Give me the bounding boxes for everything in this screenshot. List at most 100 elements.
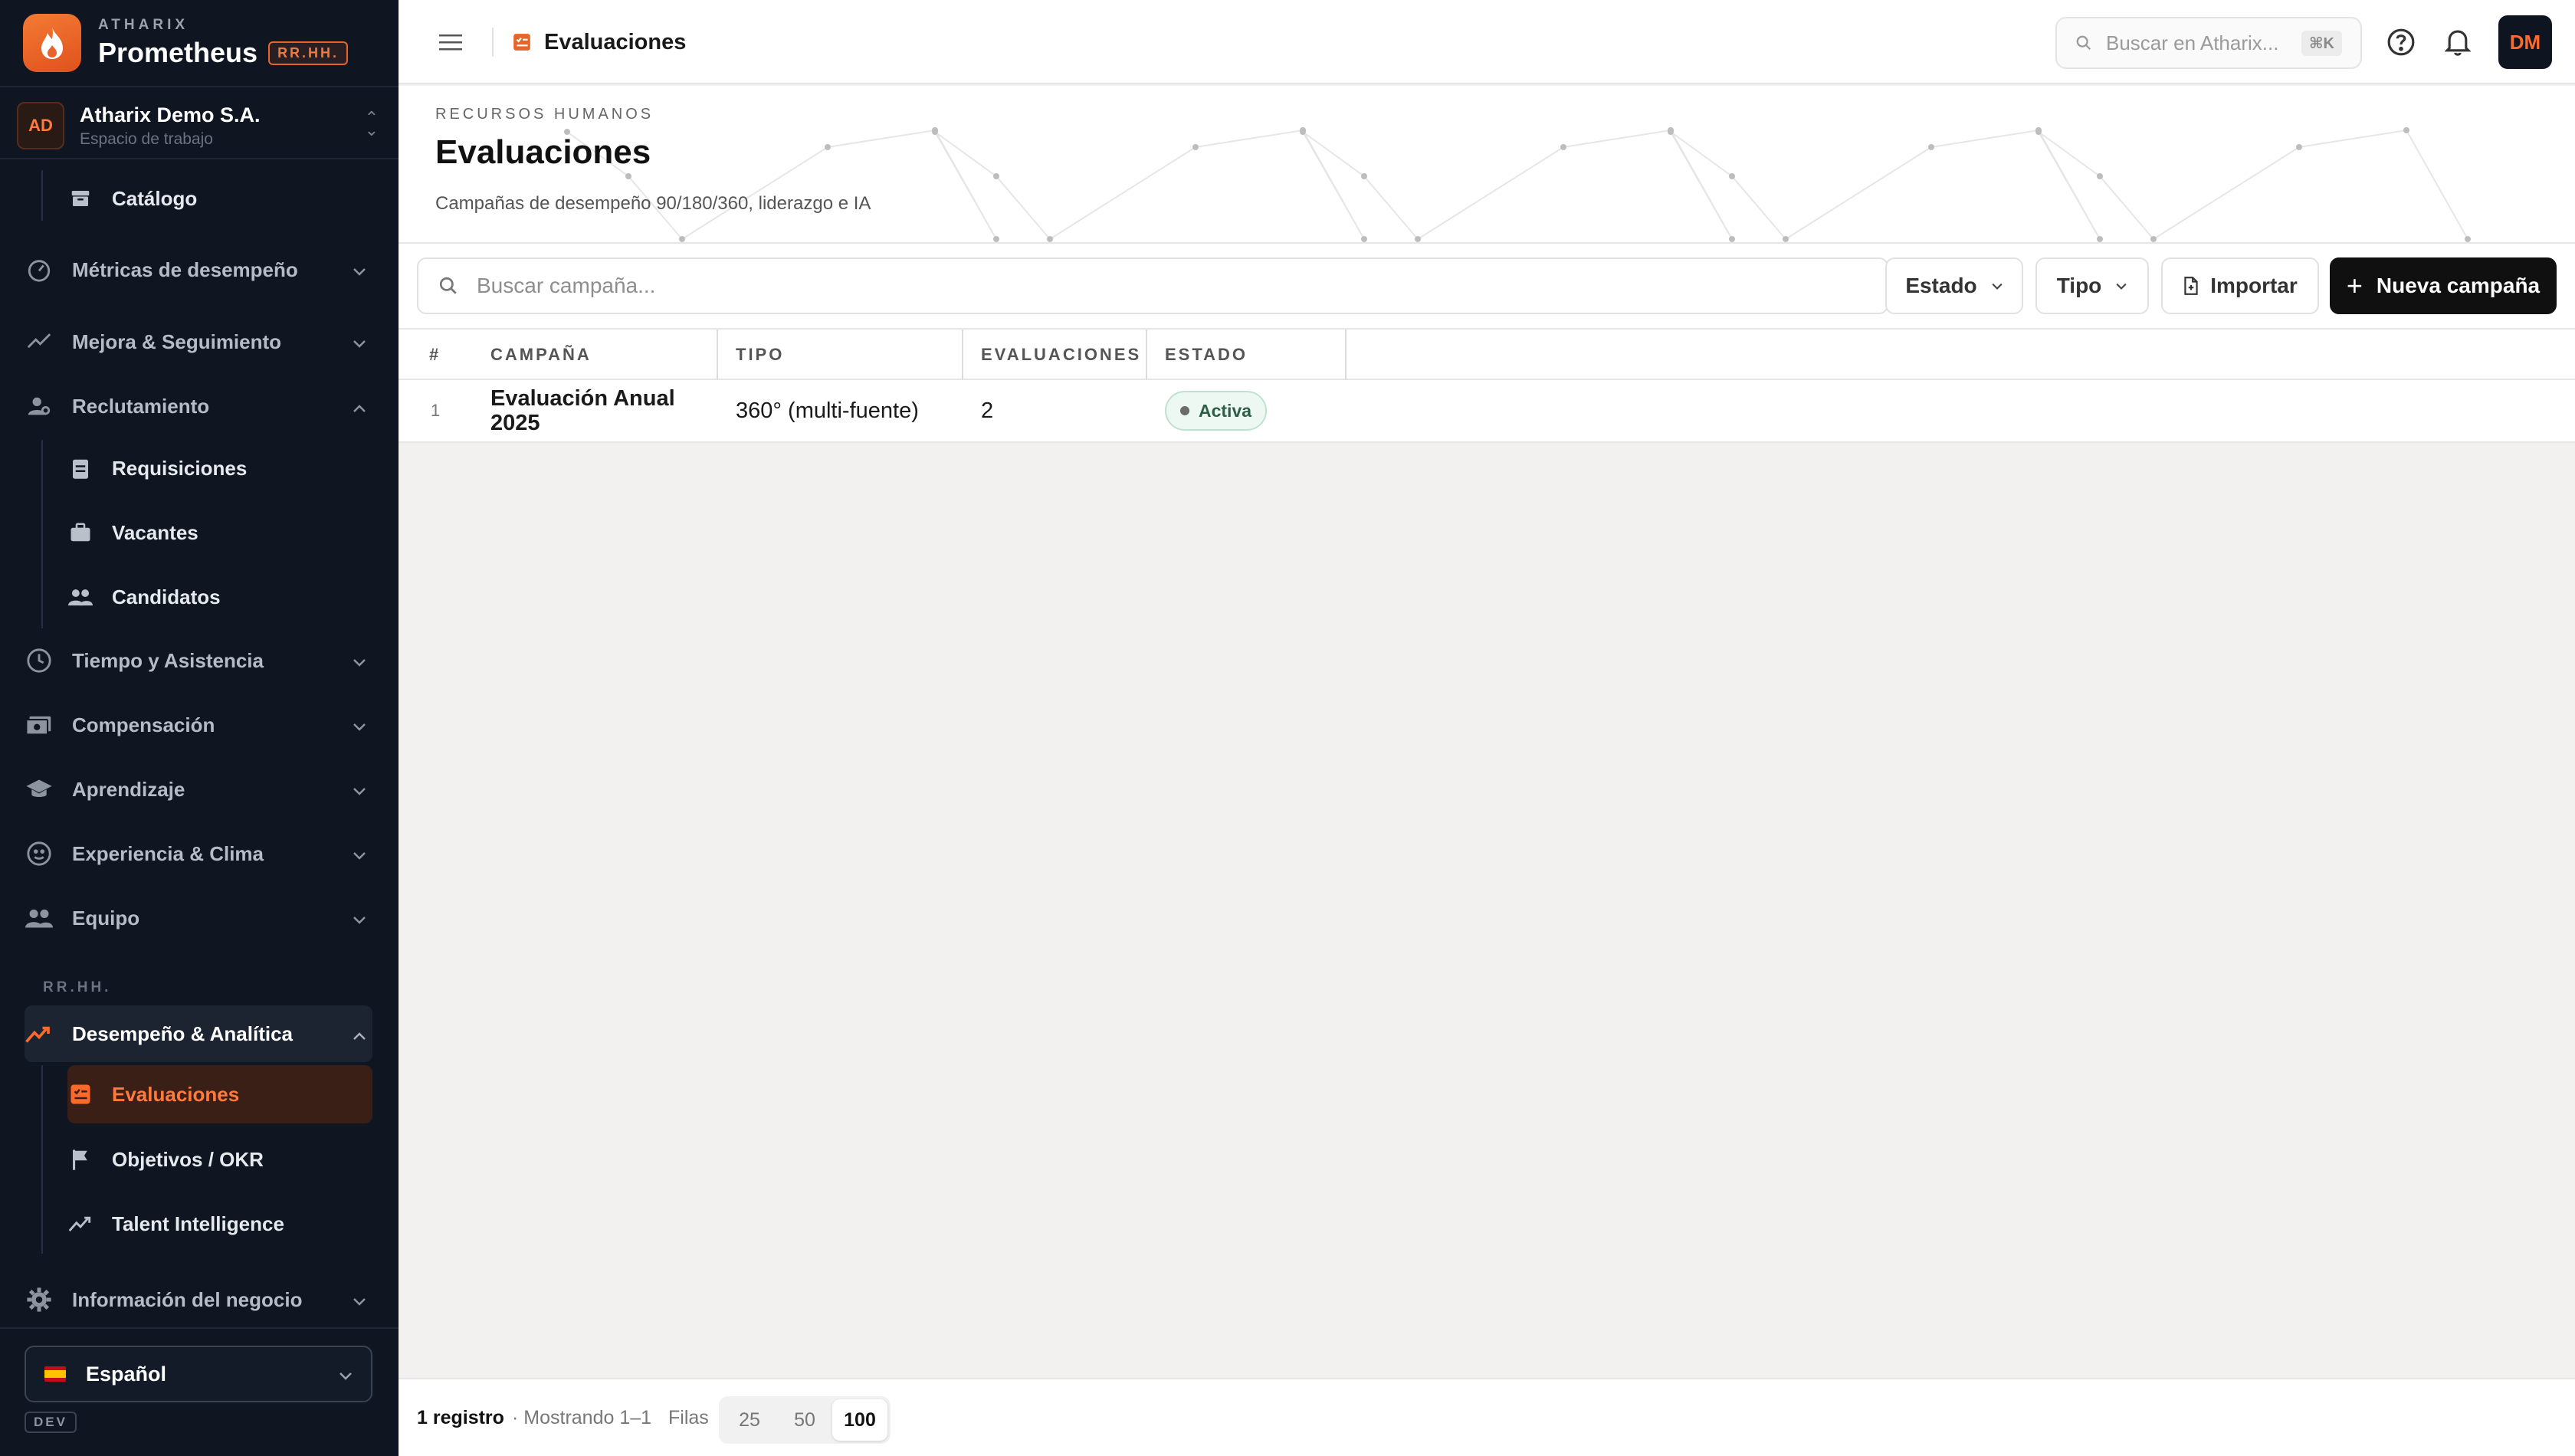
plus-icon: +	[2346, 270, 2363, 301]
env-badge: DEV	[25, 1412, 77, 1433]
chevron-down-icon	[348, 778, 371, 802]
brand[interactable]: ATHARIX Prometheus RR.HH.	[23, 14, 349, 72]
sidebar-item-label: Objetivos / OKR	[112, 1147, 264, 1171]
page-size-100[interactable]: 100	[832, 1399, 887, 1441]
toolbar: Buscar campaña... Estado Tipo Importar +…	[399, 244, 2575, 328]
status-dot-icon	[1180, 406, 1189, 415]
topbar: Evaluaciones Buscar en Atharix... ⌘K DM	[399, 0, 2575, 84]
sidebar-item-requisiciones[interactable]: Requisiciones	[67, 441, 372, 495]
new-campaign-label: Nueva campaña	[2376, 274, 2541, 297]
estado-filter-button[interactable]: Estado	[1885, 257, 2023, 314]
sidebar-group-tiempo[interactable]: Tiempo y Asistencia	[25, 633, 371, 688]
sidebar-group-metricas[interactable]: Métricas de desempeño	[25, 242, 371, 297]
col-header-campaign[interactable]: CAMPAÑA	[490, 330, 592, 380]
showing-range: · Mostrando 1–1	[512, 1406, 652, 1428]
sidebar-item-evaluaciones[interactable]: Evaluaciones	[67, 1067, 372, 1121]
row-evaluations: 2	[981, 398, 994, 423]
sidebar-item-candidatos[interactable]: Candidatos	[67, 570, 372, 624]
chevron-down-icon	[348, 330, 371, 354]
import-button[interactable]: Importar	[2161, 257, 2319, 314]
workspace-sub: Espacio de trabajo	[80, 130, 213, 148]
page-size-selector: 25 50 100	[719, 1396, 891, 1444]
col-header-type[interactable]: TIPO	[736, 330, 784, 380]
shortcut-hint: ⌘K	[2301, 30, 2342, 56]
search-icon	[438, 276, 458, 296]
chevron-down-icon	[348, 649, 371, 673]
table-footer: 1 registro · Mostrando 1–1 Filas 25 50 1…	[399, 1378, 2575, 1456]
sidebar-item-talent[interactable]: Talent Intelligence	[67, 1197, 372, 1251]
row-type: 360° (multi-fuente)	[736, 398, 919, 423]
sidebar-group-label: Experiencia & Clima	[72, 842, 264, 865]
new-campaign-button[interactable]: + Nueva campaña	[2330, 257, 2557, 314]
workspace-switcher[interactable]: AD Atharix Demo S.A. Espacio de trabajo …	[17, 101, 382, 150]
campaign-search-input[interactable]: Buscar campaña...	[417, 257, 1888, 314]
checklist-icon	[67, 1081, 93, 1107]
page-size-25[interactable]: 25	[722, 1399, 777, 1441]
sidebar-group-label: Equipo	[72, 907, 140, 930]
chevron-down-icon	[348, 842, 371, 866]
breadcrumb: Evaluaciones	[512, 25, 686, 60]
global-search-input[interactable]: Buscar en Atharix... ⌘K	[2055, 17, 2362, 69]
trend-icon	[67, 1211, 93, 1237]
page-header: RECURSOS HUMANOS Evaluaciones Campañas d…	[399, 86, 2575, 244]
gauge-icon	[25, 255, 54, 284]
col-header-status[interactable]: ESTADO	[1165, 330, 1248, 380]
sidebar-group-informacion[interactable]: Información del negocio	[25, 1269, 371, 1330]
search-icon	[2075, 34, 2092, 51]
table-header: # CAMPAÑA TIPO EVALUACIONES ESTADO	[399, 328, 2575, 380]
sidebar-group-experiencia[interactable]: Experiencia & Clima	[25, 826, 371, 881]
workspace-name: Atharix Demo S.A.	[80, 103, 261, 126]
hamburger-menu-icon[interactable]	[435, 27, 466, 57]
status-badge: Activa	[1165, 391, 1268, 431]
chevron-updown-icon: ⌃ ⌄	[364, 108, 379, 139]
sidebar-divider	[0, 158, 399, 159]
help-icon[interactable]	[2385, 26, 2417, 58]
sidebar-group-aprendizaje[interactable]: Aprendizaje	[25, 762, 371, 817]
tipo-filter-button[interactable]: Tipo	[2035, 257, 2149, 314]
page-title: Evaluaciones	[435, 133, 651, 171]
chevron-up-icon	[348, 1022, 371, 1046]
status-badge-label: Activa	[1199, 400, 1252, 421]
bell-icon[interactable]	[2442, 26, 2474, 58]
smiley-icon	[25, 839, 54, 868]
sidebar-group-label: Compensación	[72, 713, 215, 736]
sidebar-item-label: Candidatos	[112, 585, 221, 608]
archive-icon	[67, 185, 93, 212]
user-avatar[interactable]: DM	[2498, 15, 2552, 69]
spain-flag-icon	[44, 1366, 66, 1382]
sidebar-item-label: Requisiciones	[112, 456, 248, 480]
row-campaign[interactable]: Evaluación Anual 2025	[490, 380, 690, 441]
sidebar-group-label: Desempeño & Analítica	[72, 1022, 294, 1045]
sidebar-item-catalogo[interactable]: Catálogo	[67, 172, 372, 225]
col-header-evaluations[interactable]: EVALUACIONES	[981, 330, 1141, 380]
row-status: Activa	[1165, 380, 1268, 441]
sidebar-group-compensacion[interactable]: Compensación	[25, 697, 371, 753]
sidebar-group-equipo[interactable]: Equipo	[25, 890, 371, 946]
global-search-placeholder: Buscar en Atharix...	[2106, 31, 2279, 54]
person-search-icon	[25, 392, 54, 421]
sidebar-group-reclutamiento[interactable]: Reclutamiento	[25, 379, 371, 434]
chevron-down-icon	[339, 1363, 353, 1386]
page-size-50[interactable]: 50	[777, 1399, 832, 1441]
brand-badge: RR.HH.	[268, 41, 349, 65]
brand-name: Prometheus	[98, 37, 258, 68]
page-subtitle: Campañas de desempeño 90/180/360, lidera…	[435, 193, 871, 214]
trend-up-icon	[25, 1019, 54, 1048]
sidebar: ATHARIX Prometheus RR.HH. AD Atharix Dem…	[0, 0, 399, 1456]
sidebar-group-desempeno[interactable]: Desempeño & Analítica	[25, 1006, 371, 1061]
sidebar-group-mejora[interactable]: Mejora & Seguimiento	[25, 314, 371, 369]
campaign-search-placeholder: Buscar campaña...	[477, 274, 656, 297]
money-icon	[25, 710, 54, 739]
chevron-down-icon	[2115, 277, 2127, 295]
estado-filter-label: Estado	[1905, 274, 1977, 297]
sidebar-item-label: Evaluaciones	[112, 1082, 240, 1106]
language-select[interactable]: Español	[25, 1346, 372, 1402]
sidebar-item-objetivos[interactable]: Objetivos / OKR	[67, 1133, 372, 1186]
sidebar-item-vacantes[interactable]: Vacantes	[67, 506, 372, 559]
language-label: Español	[86, 1362, 167, 1385]
file-icon	[2183, 276, 2199, 296]
table-row[interactable]: 1 Evaluación Anual 2025 360° (multi-fuen…	[399, 380, 2575, 443]
sidebar-group-label: Información del negocio	[72, 1288, 303, 1311]
breadcrumb-current: Evaluaciones	[544, 29, 687, 54]
workspace-avatar: AD	[17, 102, 64, 149]
